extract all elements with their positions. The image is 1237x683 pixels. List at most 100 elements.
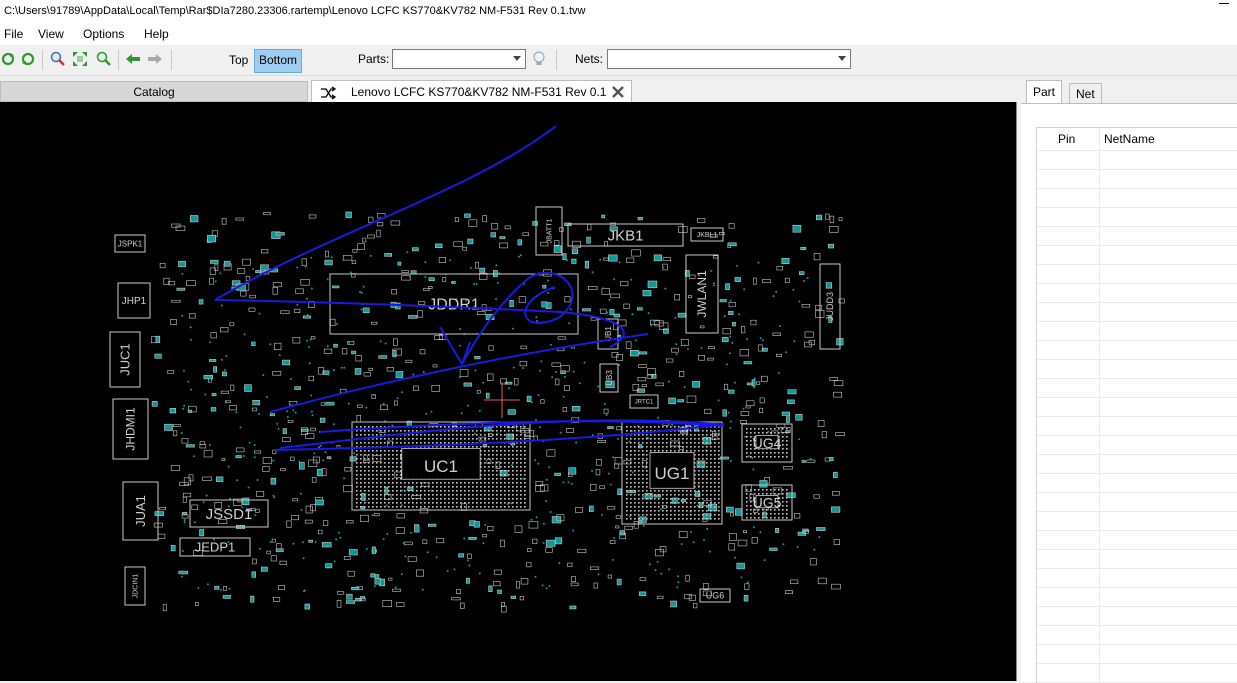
bga-ball (376, 442, 378, 444)
bga-ball (420, 502, 422, 504)
tab-net[interactable]: Net (1069, 83, 1102, 103)
bga-ball (452, 434, 454, 436)
bga-ball (380, 486, 382, 488)
bga-ball (746, 432, 748, 434)
tab-catalog[interactable]: Catalog (0, 81, 308, 102)
part-label: JUC1 (118, 343, 133, 376)
bga-ball (666, 490, 668, 492)
bga-ball (512, 486, 514, 488)
zoom-area-icon[interactable] (96, 51, 112, 67)
bga-ball (646, 446, 648, 448)
via (299, 492, 302, 495)
toolbar-separator (118, 50, 119, 70)
menu-options[interactable]: Options (83, 27, 124, 41)
board-canvas[interactable]: JSPK1 JHP1 JUC1 JHDMI1 JUA1 JSSD1 JEDP1 JDCIN1 J… (0, 102, 1017, 681)
bga-ball (412, 482, 414, 484)
bga-ball (670, 490, 672, 492)
via (286, 416, 289, 419)
bga-ball (634, 462, 636, 464)
menu-help[interactable]: Help (144, 27, 169, 41)
bga-ball (484, 486, 486, 488)
bga-ball (626, 490, 628, 492)
back-arrow-icon[interactable] (125, 51, 141, 67)
bga-ball (654, 442, 656, 444)
zoom-icon[interactable] (50, 51, 66, 67)
bga-ball (456, 438, 458, 440)
bga-ball (786, 440, 788, 442)
bottom-side-button[interactable]: Bottom (254, 49, 303, 73)
bga-ball (634, 490, 636, 492)
bga-ball (384, 466, 386, 468)
bga-ball (356, 502, 358, 504)
bga-ball (718, 486, 720, 488)
bga-ball (762, 432, 764, 434)
board-drawing[interactable]: JSPK1JHP1JUC1JHDMI1JUA1 JSSD1JEDP1JDCIN1J… (0, 102, 1016, 681)
nets-combo[interactable] (607, 49, 851, 69)
refresh-icon[interactable] (0, 51, 16, 67)
bga-ball (380, 430, 382, 432)
bga-ball (424, 490, 426, 492)
via (549, 511, 552, 513)
bga-ball (432, 498, 434, 500)
forward-arrow-icon[interactable] (147, 51, 163, 67)
bga-ball (758, 517, 760, 519)
bga-ball (702, 474, 704, 476)
bga-ball (782, 448, 784, 450)
bga-ball (786, 456, 788, 458)
component (586, 236, 591, 244)
tab-document[interactable]: Lenovo LCFC KS770&KV782 NM-F531 Rev 0.1 (311, 80, 632, 102)
bga-ball (508, 434, 510, 436)
component (786, 399, 795, 404)
bga-ball (468, 486, 470, 488)
bga-ball (670, 494, 672, 496)
bga-ball (686, 442, 688, 444)
chevron-down-icon[interactable] (513, 56, 521, 61)
toolbar-separator (171, 50, 172, 70)
reload-icon[interactable] (20, 51, 36, 67)
bga-ball (496, 494, 498, 496)
via (591, 469, 594, 472)
via (647, 437, 650, 440)
component (638, 520, 643, 524)
bga-ball (404, 482, 406, 484)
via (700, 347, 703, 349)
bga-ball (706, 470, 708, 472)
chevron-down-icon[interactable] (838, 56, 846, 61)
parts-combo[interactable] (392, 49, 526, 69)
via (530, 518, 533, 521)
component (388, 577, 393, 581)
bga-ball (504, 454, 506, 456)
fit-icon[interactable] (72, 51, 88, 67)
lightbulb-icon[interactable] (531, 51, 547, 67)
bga-ball (368, 430, 370, 432)
bga-ball (674, 506, 676, 508)
bga-ball (500, 458, 502, 460)
via (575, 441, 578, 444)
bga-ball (444, 434, 446, 436)
bga-ball (714, 514, 716, 516)
bga-ball (630, 450, 632, 452)
via (630, 278, 633, 281)
part-label: UG5 (753, 494, 782, 510)
bga-ball (714, 434, 716, 436)
via (618, 261, 621, 264)
component (829, 377, 838, 381)
bga-ball (408, 430, 410, 432)
bga-ball (488, 494, 490, 496)
minimize-icon[interactable] (1219, 3, 1229, 4)
via (304, 265, 307, 268)
bga-ball (714, 482, 716, 484)
bga-ball (428, 498, 430, 500)
bga-ball (408, 482, 410, 484)
component (310, 427, 316, 432)
bga-ball (630, 510, 632, 512)
bga-ball (666, 506, 668, 508)
bga-ball (364, 498, 366, 500)
top-side-button[interactable]: Top (225, 49, 252, 71)
tab-part[interactable]: Part (1026, 80, 1063, 103)
menu-file[interactable]: File (4, 27, 23, 41)
via (382, 402, 385, 405)
via (570, 482, 573, 485)
bga-ball (468, 502, 470, 504)
menu-view[interactable]: View (38, 27, 64, 41)
